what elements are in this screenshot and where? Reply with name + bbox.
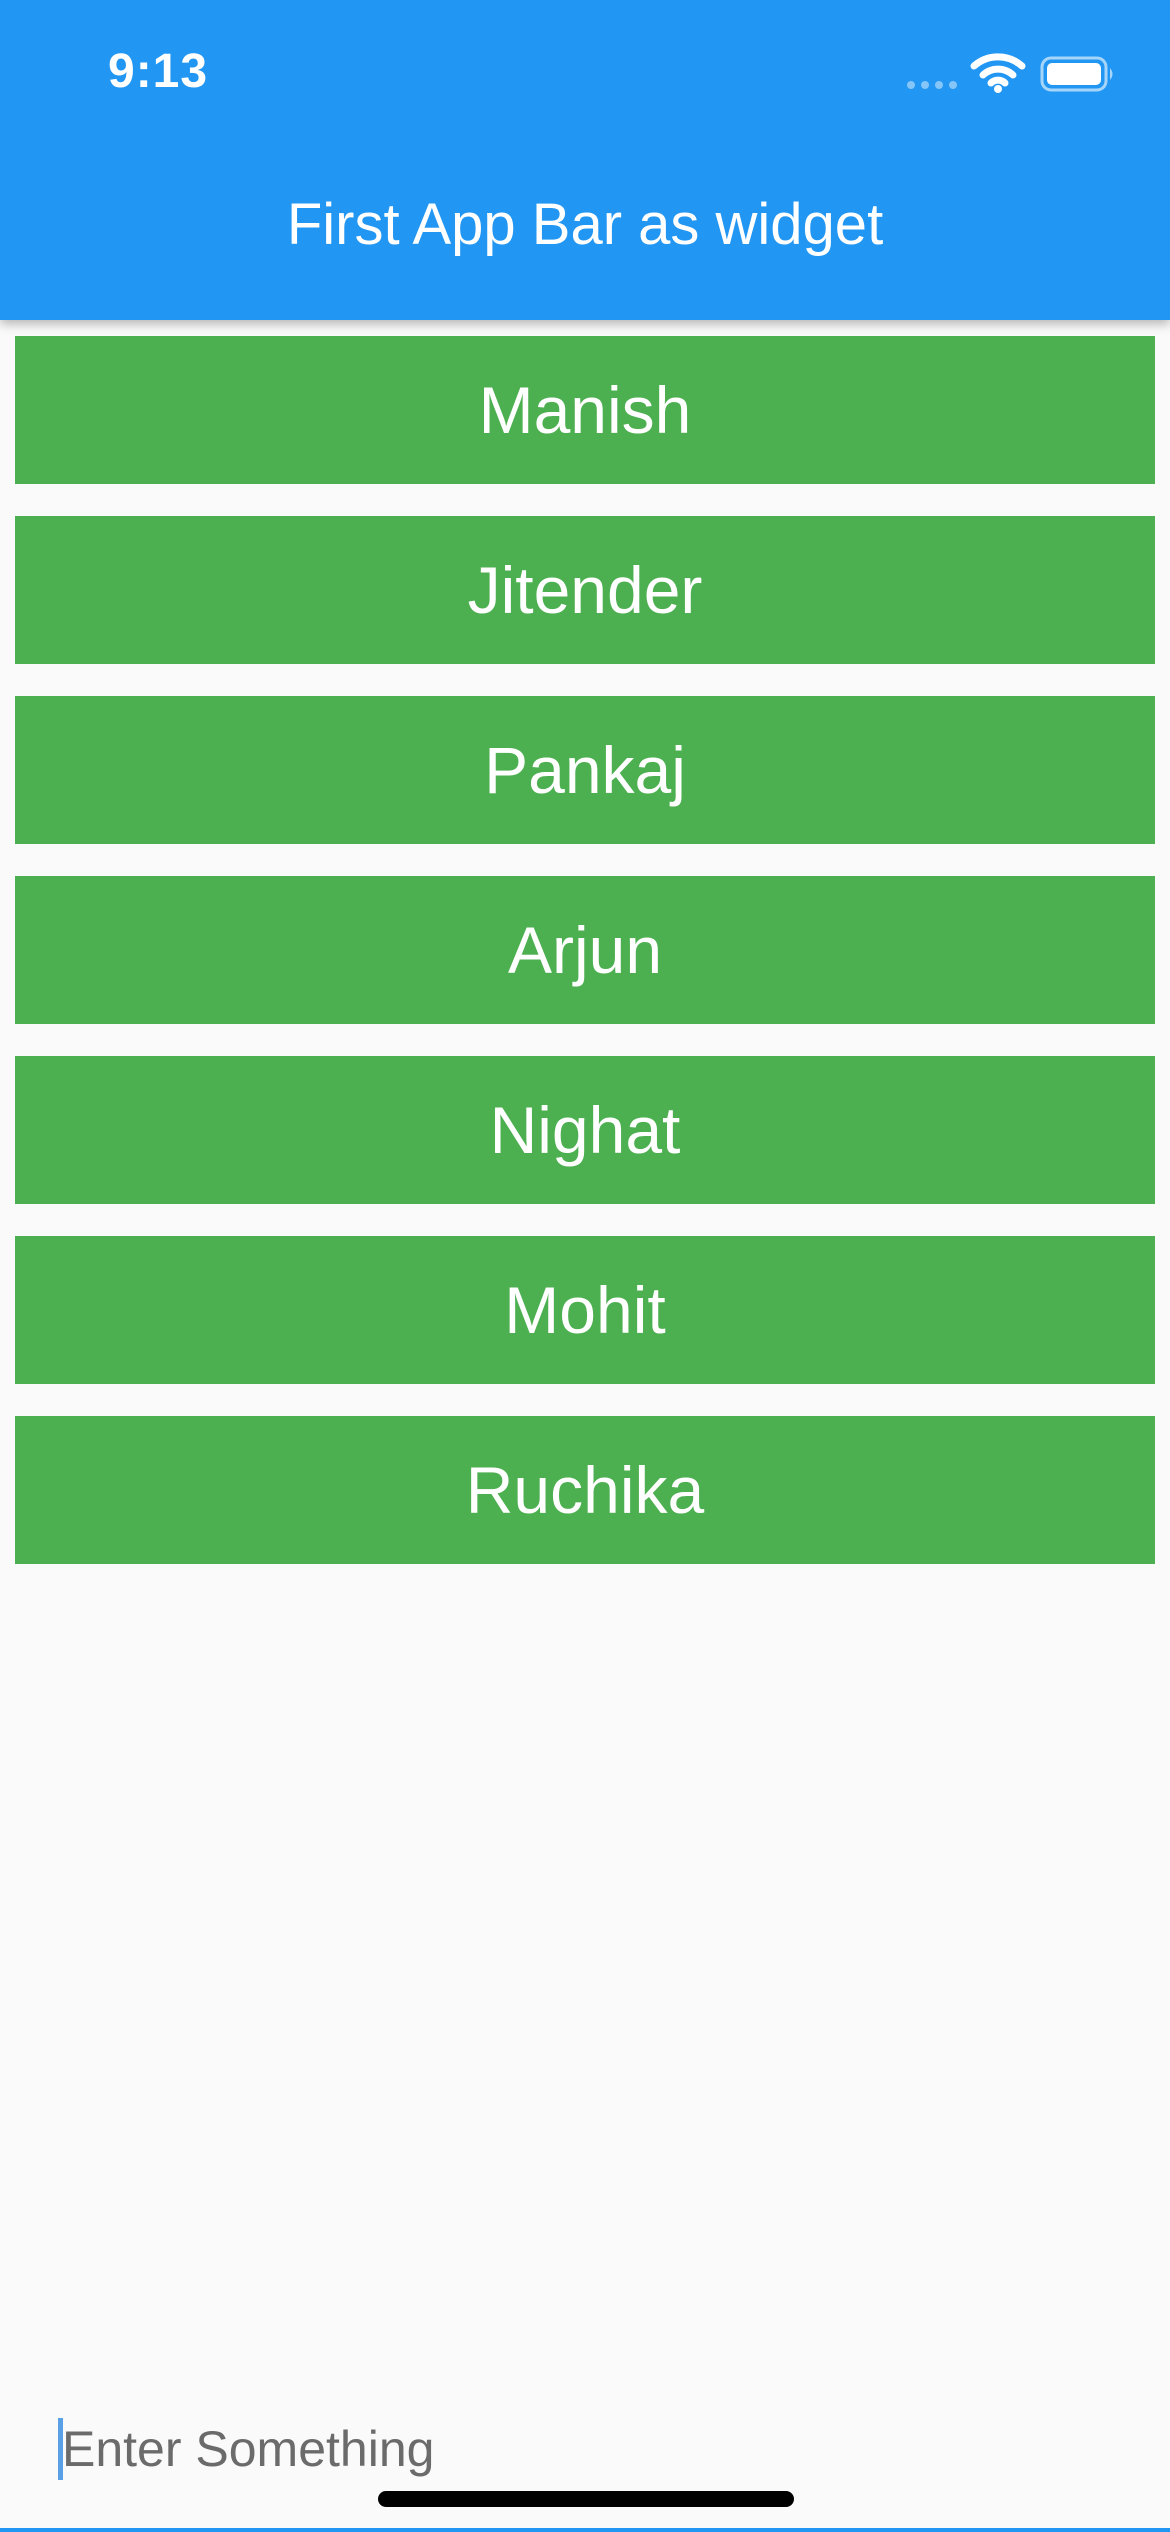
home-indicator[interactable] [378, 2491, 794, 2507]
app-bar-title: First App Bar as widget [286, 192, 884, 257]
text-input-field[interactable]: Enter Something [0, 2400, 1170, 2532]
list-item[interactable]: Nighat [15, 1056, 1155, 1204]
list-item[interactable]: Jitender [15, 516, 1155, 664]
cellular-signal-icon [907, 81, 957, 89]
status-bar-time: 9:13 [108, 45, 209, 98]
input-placeholder: Enter Something [62, 2421, 435, 2477]
wifi-icon [970, 53, 1026, 93]
battery-icon [1040, 56, 1113, 92]
list-item[interactable]: Manish [15, 336, 1155, 484]
list-item[interactable]: Pankaj [15, 696, 1155, 844]
name-list: Manish Jitender Pankaj Arjun Nighat Mohi… [15, 336, 1155, 1596]
list-item[interactable]: Arjun [15, 876, 1155, 1024]
list-item[interactable]: Mohit [15, 1236, 1155, 1384]
app-bar: 9:13 First App Bar as widget [0, 0, 1170, 320]
input-underline [0, 2528, 1170, 2532]
list-item[interactable]: Ruchika [15, 1416, 1155, 1564]
